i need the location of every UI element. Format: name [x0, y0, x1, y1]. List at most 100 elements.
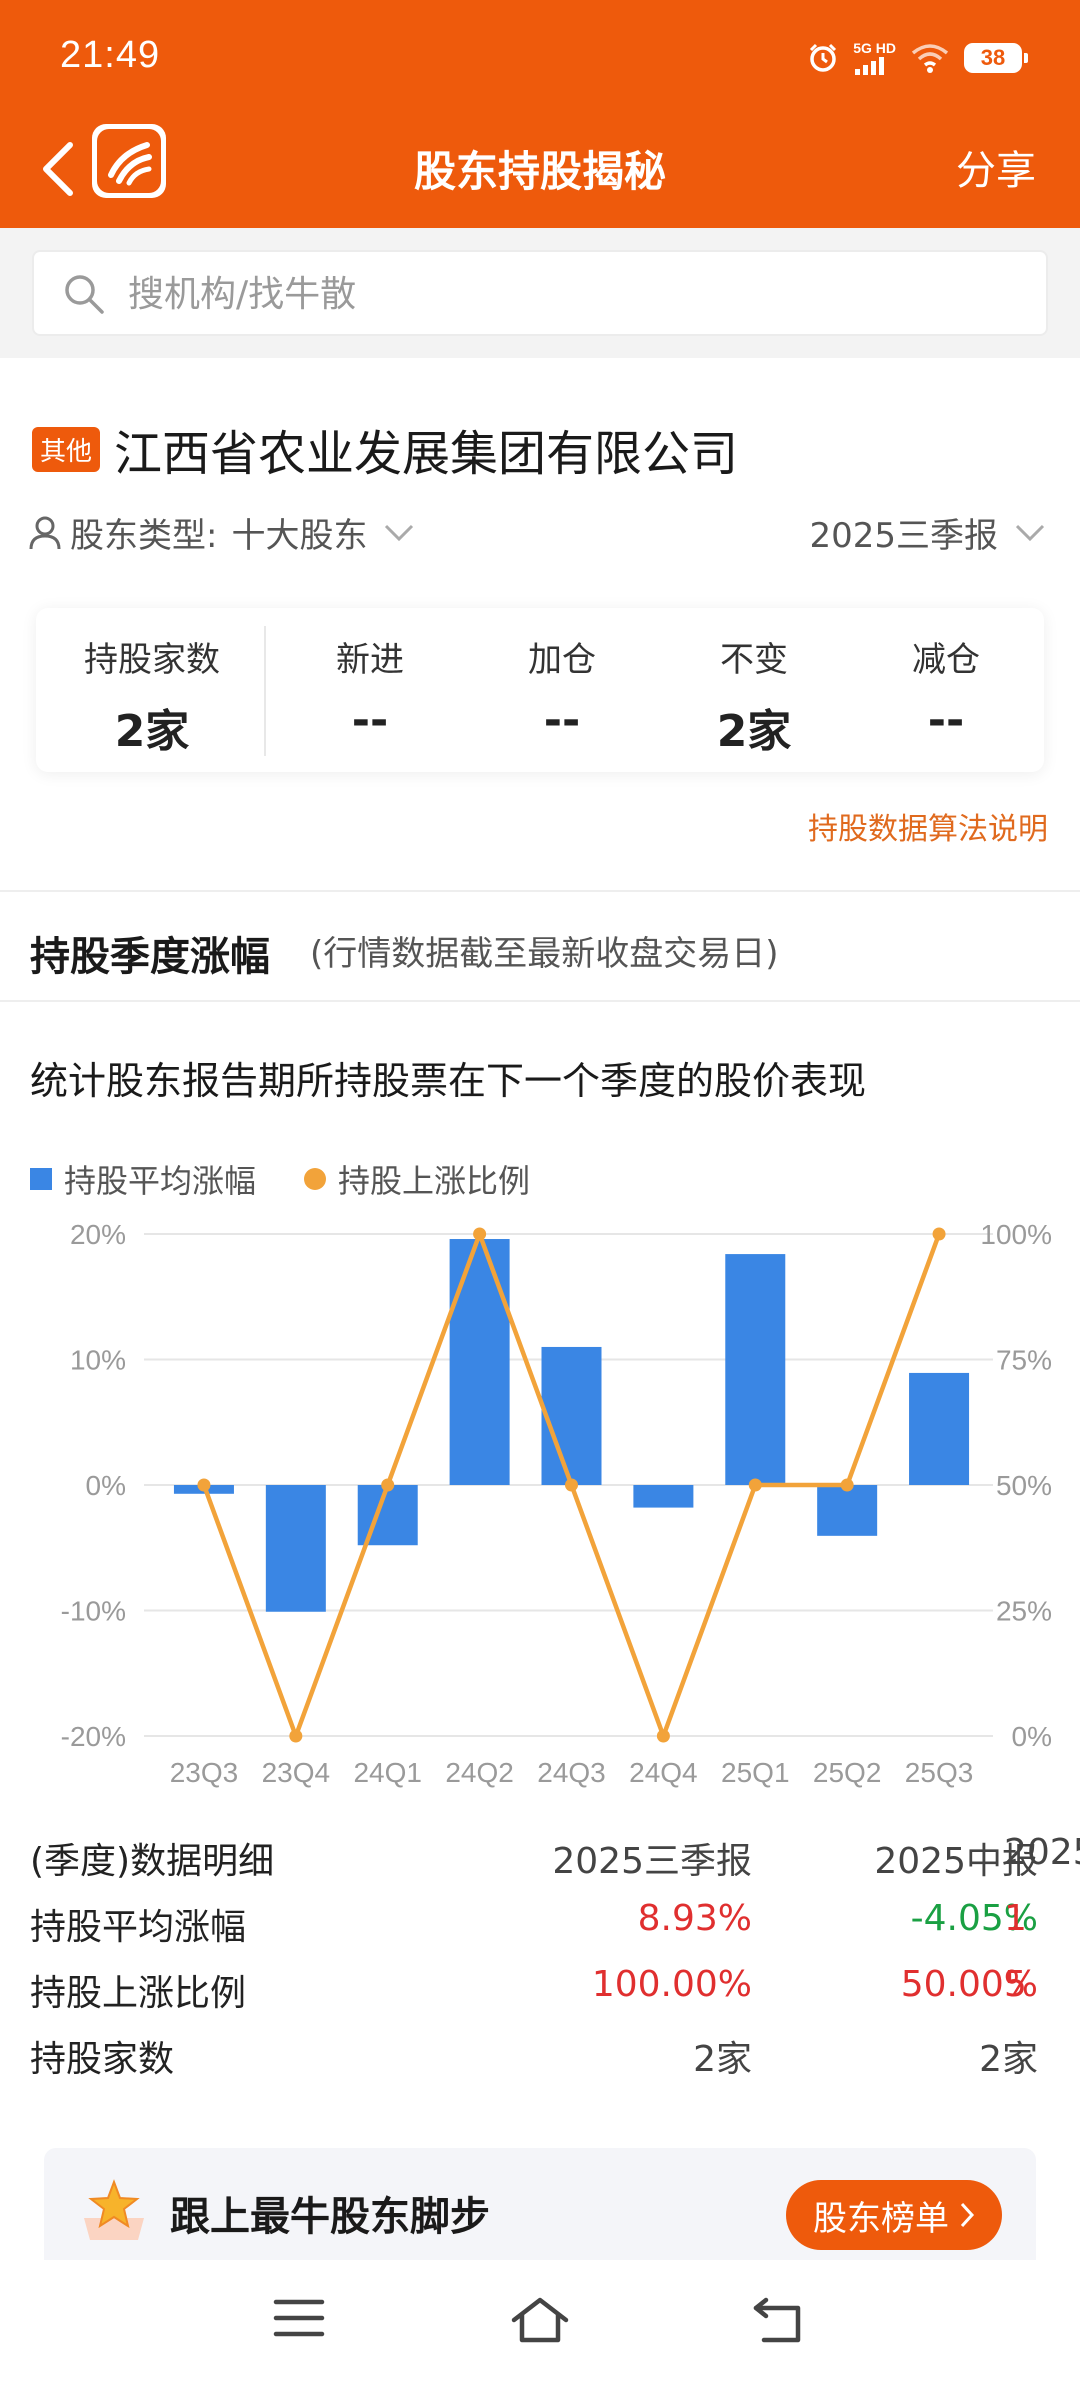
right-axis-tick-label: 0%: [1012, 1721, 1052, 1752]
promo-banner: 跟上最牛股东脚步 股东榜单: [44, 2148, 1036, 2260]
system-nav-bar: [0, 2260, 1080, 2388]
point-25Q1: [748, 1478, 762, 1492]
table-row-label: 持股上涨比例: [30, 1973, 247, 2014]
company-type-tag: 其他: [32, 426, 101, 472]
chevron-down-icon: [1015, 524, 1045, 541]
stats-divider: [264, 626, 266, 756]
stat-new[interactable]: 新进 --: [290, 632, 450, 746]
stat-increase[interactable]: 加仓 --: [482, 632, 642, 746]
stat-value: --: [543, 695, 581, 746]
chart-legend: 持股平均涨幅 持股上涨比例: [30, 1156, 530, 1202]
report-period-value: 2025三季报: [809, 516, 998, 556]
left-axis-tick-label: 0%: [86, 1470, 126, 1501]
section-subtitle: (行情数据截至最新收盘交易日): [310, 934, 779, 974]
stat-label: 不变: [720, 640, 788, 680]
table-header-row: (季度)数据明细 2025三季报 2025中报 2025: [0, 1832, 1080, 1892]
battery-indicator: 38: [964, 43, 1028, 73]
x-axis-tick-label: 25Q2: [813, 1757, 882, 1788]
left-axis-tick-label: 20%: [70, 1219, 126, 1250]
alarm-icon: [810, 43, 837, 72]
x-axis-tick-label: 23Q4: [262, 1757, 331, 1788]
left-axis-tick-label: -20%: [61, 1721, 126, 1752]
home-button[interactable]: [510, 2296, 570, 2348]
stat-decrease[interactable]: 减仓 --: [866, 632, 1026, 746]
stat-value: --: [927, 695, 965, 746]
company-header: 其他 江西省农业发展集团有限公司: [32, 414, 738, 484]
table-row: 持股家数 2家 2家: [0, 2030, 1080, 2090]
stat-label: 加仓: [528, 640, 596, 680]
search-area: [0, 228, 1080, 358]
table-cell: 2家: [693, 2039, 752, 2080]
table-row: 持股上涨比例 100.00% 50.00% 5: [0, 1964, 1080, 2024]
status-bar: 21:49 5G HD 38: [0, 0, 1080, 110]
promo-text: 跟上最牛股东脚步: [170, 2194, 490, 2240]
chevron-right-icon: [960, 2202, 975, 2228]
quarterly-change-chart: 20% 10% 0% -10% -20% 100% 75% 50% 25% 0% 23Q3 23Q4 2…: [61, 1219, 1052, 1788]
nav-bar: 股东持股揭秘 分享: [0, 110, 1080, 228]
page-title: 股东持股揭秘: [413, 147, 666, 196]
left-axis-tick-label: -10%: [61, 1596, 126, 1627]
table-cell: 100.00%: [591, 1964, 752, 2005]
status-time: 21:49: [60, 34, 161, 76]
stat-unchanged[interactable]: 不变 2家: [674, 632, 834, 759]
left-axis-tick-label: 10%: [70, 1345, 126, 1376]
bar-25Q1: [725, 1254, 786, 1485]
star-trophy-icon: [84, 2179, 144, 2240]
company-name: 江西省农业发展集团有限公司: [114, 426, 739, 482]
app-header: 21:49 5G HD 38 股东持股揭秘 分享: [0, 0, 1080, 228]
search-input[interactable]: [128, 266, 1008, 322]
table-cell: 50.00%: [900, 1964, 1038, 2005]
point-23Q3: [197, 1478, 211, 1492]
stat-value: 2家: [716, 706, 792, 757]
legend-label-line: 持股上涨比例: [338, 1162, 531, 1200]
x-axis-tick-label: 23Q3: [170, 1757, 239, 1788]
right-axis-tick-label: 75%: [996, 1345, 1052, 1376]
holder-type-filter[interactable]: 股东类型: 十大股东: [28, 508, 415, 557]
share-button[interactable]: 分享: [956, 138, 1036, 196]
right-axis-tick-label: 100%: [980, 1219, 1052, 1250]
chart-description: 统计股东报告期所持股票在下一个季度的股价表现: [30, 1059, 867, 1103]
point-25Q3: [932, 1227, 946, 1241]
x-axis-tick-label: 25Q1: [721, 1757, 790, 1788]
bar-24Q3: [541, 1346, 602, 1485]
divider: [0, 890, 1080, 892]
holder-type-label: 股东类型:: [70, 516, 218, 556]
table-header-cell: 2025中报: [874, 1841, 1038, 1882]
stat-value: --: [351, 695, 389, 746]
holder-ranking-button[interactable]: 股东榜单: [786, 2180, 1002, 2250]
point-24Q2: [473, 1227, 487, 1241]
holder-type-value: 十大股东: [231, 516, 368, 556]
table-row-label: 持股家数: [30, 2039, 175, 2080]
bar-23Q4: [265, 1485, 326, 1612]
signal-icon: [855, 57, 885, 75]
point-24Q1: [381, 1478, 395, 1492]
legend-swatch-line: [304, 1168, 327, 1190]
legend-swatch-bar: [30, 1168, 52, 1190]
table-row-label: 持股平均涨幅: [30, 1907, 247, 1948]
bar-24Q2: [449, 1239, 510, 1485]
stat-label: 新进: [336, 640, 404, 680]
table-cell: -4.05%: [910, 1898, 1038, 1939]
x-axis-tick-label: 25Q3: [905, 1757, 974, 1788]
stat-holder-count[interactable]: 持股家数 2家: [54, 632, 250, 759]
table-cell: 1: [1004, 1898, 1027, 1939]
stat-label: 减仓: [912, 640, 980, 680]
holder-ranking-label: 股东榜单: [813, 2198, 949, 2239]
point-23Q4: [289, 1729, 303, 1743]
report-period-filter[interactable]: 2025三季报: [809, 508, 1046, 557]
x-axis-tick-label: 24Q3: [537, 1757, 606, 1788]
algorithm-explanation-link[interactable]: 持股数据算法说明: [808, 804, 1048, 848]
legend-label-bar: 持股平均涨幅: [64, 1162, 257, 1200]
section-title: 持股季度涨幅: [30, 934, 270, 980]
divider: [0, 1000, 1080, 1002]
stat-label: 持股家数: [84, 640, 220, 680]
point-24Q3: [565, 1478, 578, 1492]
table-header-cell: 2025: [1004, 1832, 1080, 1873]
back-nav-button[interactable]: [752, 2296, 806, 2348]
table-cell: 2家: [979, 2039, 1038, 2080]
search-box[interactable]: [32, 250, 1048, 336]
search-icon: [65, 275, 104, 314]
point-25Q2: [840, 1478, 854, 1492]
menu-button[interactable]: [272, 2296, 326, 2344]
x-axis-tick-label: 24Q1: [353, 1757, 422, 1788]
